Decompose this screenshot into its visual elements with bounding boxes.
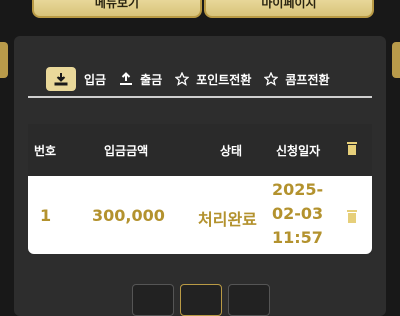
tab-point-convert-label: 포인트전환 <box>196 72 252 87</box>
row-date-line2: 02-03 <box>272 204 324 223</box>
tab-deposit[interactable]: 입금 <box>46 67 106 91</box>
pagination-current[interactable] <box>180 284 222 316</box>
header-amount: 입금금액 <box>104 144 149 158</box>
row-date: 2025- 02-03 11:57 <box>272 178 323 250</box>
pagination-prev[interactable] <box>132 284 174 316</box>
row-date-line3: 11:57 <box>272 228 323 247</box>
mypage-button[interactable]: 마이페이지 <box>204 0 374 18</box>
row-status: 처리완료 <box>198 210 257 229</box>
tab-withdraw[interactable]: 출금 <box>118 71 162 88</box>
star-icon <box>263 71 279 87</box>
menu-button[interactable]: 메뉴보기 <box>32 0 202 18</box>
right-edge-tab <box>392 42 400 78</box>
star-icon <box>174 71 190 87</box>
pagination-next[interactable] <box>228 284 270 316</box>
download-icon <box>46 67 76 91</box>
tab-comp-convert-label: 콤프전환 <box>285 72 330 87</box>
row-number: 1 <box>40 206 52 225</box>
table-row: 1 300,000 처리완료 2025- 02-03 11:57 <box>28 176 372 254</box>
deposit-table: 번호 입금금액 상태 신청일자 1 300,000 처리완료 2025- 02-… <box>28 124 372 254</box>
header-date: 신청일자 <box>276 144 321 158</box>
table-header: 번호 입금금액 상태 신청일자 <box>28 124 372 176</box>
header-number: 번호 <box>34 144 57 158</box>
upload-icon <box>118 71 134 87</box>
row-amount: 300,000 <box>92 206 165 225</box>
header-status: 상태 <box>220 144 243 158</box>
tab-bar: 입금 출금 포인트전환 콤프전환 <box>28 62 372 98</box>
tab-comp-convert[interactable]: 콤프전환 <box>263 71 330 88</box>
tab-deposit-label: 입금 <box>84 72 107 87</box>
left-edge-tab <box>0 42 8 78</box>
tab-point-convert[interactable]: 포인트전환 <box>174 71 251 88</box>
row-date-line1: 2025- <box>272 180 324 199</box>
delete-all-icon[interactable] <box>346 141 358 158</box>
tab-withdraw-label: 출금 <box>140 72 163 87</box>
delete-row-icon[interactable] <box>346 208 358 227</box>
deposit-panel: 입금 출금 포인트전환 콤프전환 번호 입금금액 상태 신청일자 1 300,0… <box>14 36 386 316</box>
